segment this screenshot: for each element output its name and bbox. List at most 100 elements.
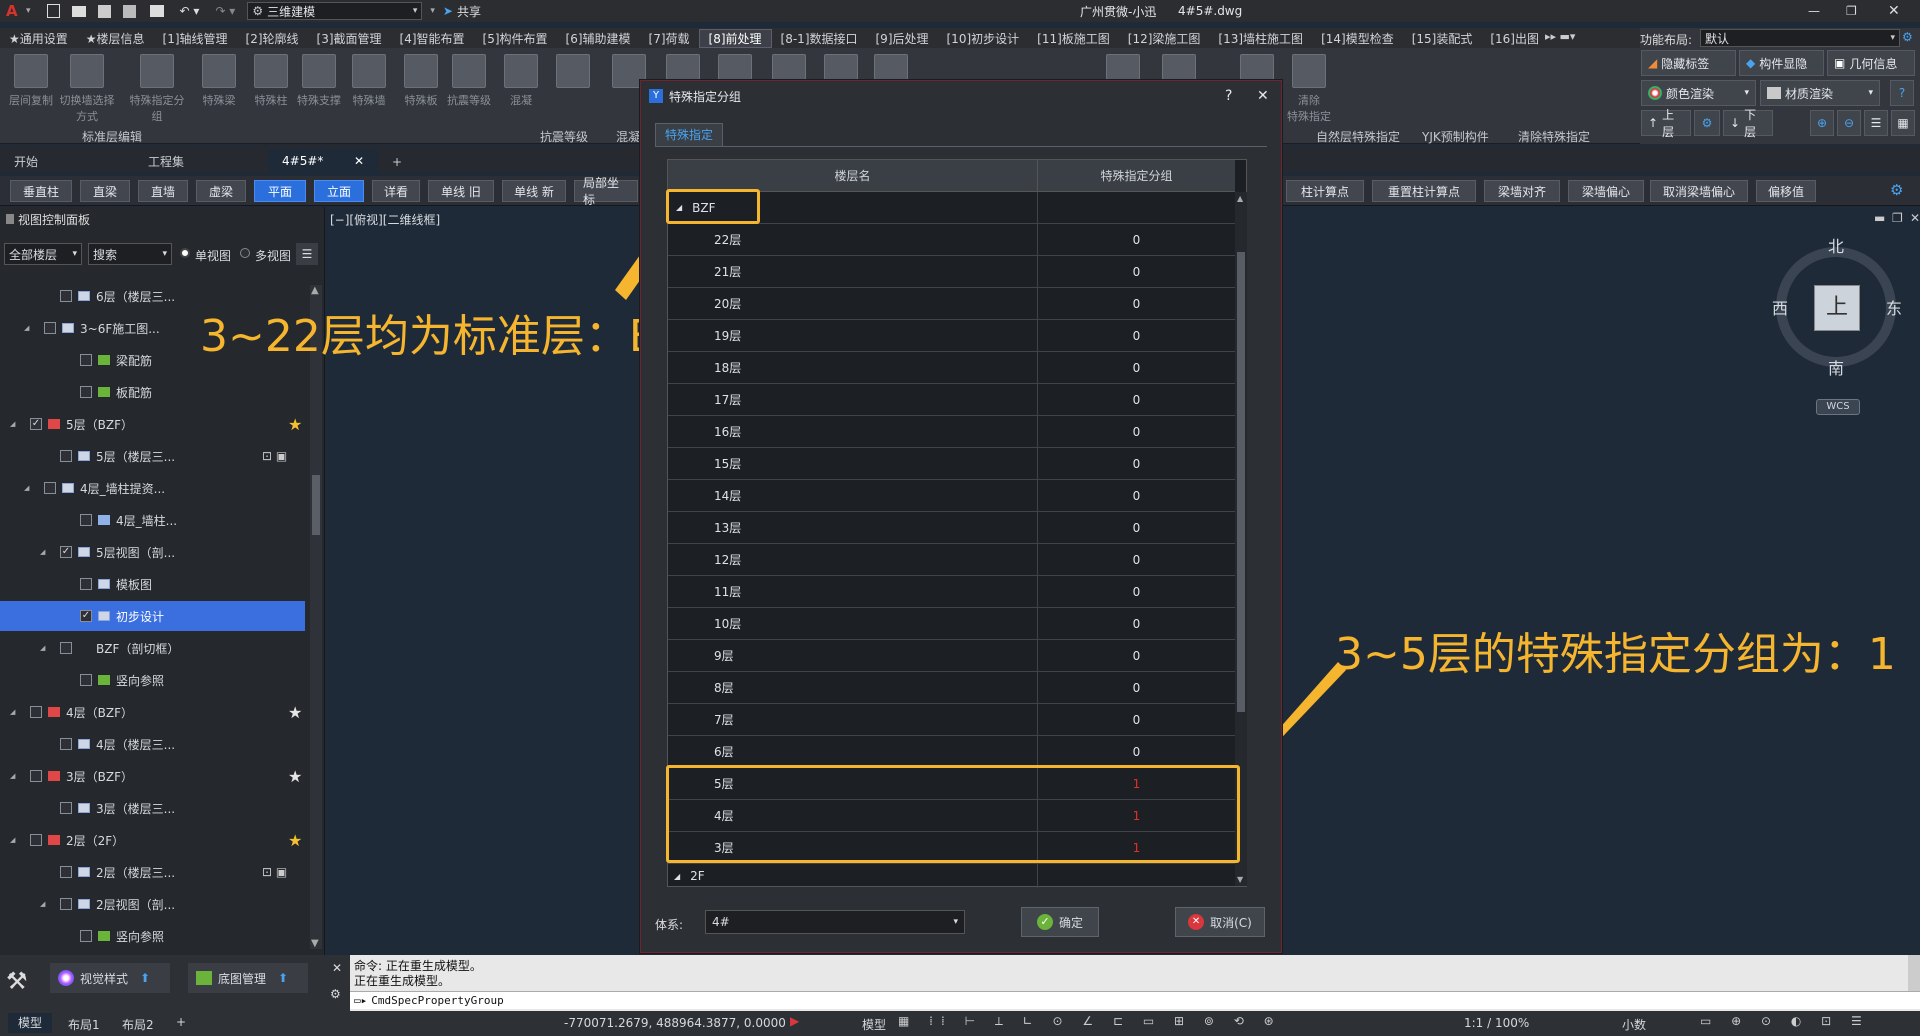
special-group-cell[interactable]: 0 <box>1038 416 1235 447</box>
floor-row[interactable]: 21层 0 <box>668 256 1235 288</box>
floor-row[interactable]: 7层 0 <box>668 704 1235 736</box>
visual-style-button[interactable]: 视觉样式 ⬆ <box>50 963 170 993</box>
layout-tab-model[interactable]: 模型 <box>8 1013 53 1033</box>
layout-tab-1[interactable]: 布局1 <box>68 1016 100 1033</box>
command-input-text: CmdSpecPropertyGroup <box>371 994 504 1007</box>
scroll-down-icon[interactable]: ▼ <box>1237 875 1243 884</box>
group-value-cell <box>1038 864 1235 888</box>
dialog-tab-underline <box>655 146 1267 147</box>
floor-row[interactable]: 22层 0 <box>668 224 1235 256</box>
chevron-down-icon: ▾ <box>953 917 958 927</box>
cancel-label: 取消(C) <box>1210 915 1252 930</box>
floor-name-cell: 18层 <box>668 352 1038 383</box>
dialog-help-icon[interactable]: ? <box>1225 88 1232 104</box>
command-wrench-icon[interactable]: ⚙ <box>330 987 341 1001</box>
visual-style-label: 视觉样式 <box>80 971 129 986</box>
special-group-cell[interactable]: 0 <box>1038 224 1235 255</box>
ok-label: 确定 <box>1058 915 1083 930</box>
command-scrollbar[interactable] <box>1908 955 1920 991</box>
floor-name-cell: 11层 <box>668 576 1038 607</box>
floor-row[interactable]: 16层 0 <box>668 416 1235 448</box>
special-group-cell[interactable]: 0 <box>1038 576 1235 607</box>
floor-name-cell: 19层 <box>668 320 1038 351</box>
floor-row[interactable]: 11层 0 <box>668 576 1235 608</box>
special-group-cell[interactable]: 0 <box>1038 704 1235 735</box>
header-special-group: 特殊指定分组 <box>1100 169 1173 183</box>
bottom-tools: ⚒ 视觉样式 ⬆ 底图管理 ⬆ ✕ ⚙ <box>0 955 350 1011</box>
special-group-cell[interactable]: 0 <box>1038 256 1235 287</box>
special-group-cell[interactable]: 0 <box>1038 448 1235 479</box>
floor-row[interactable]: 17层 0 <box>668 384 1235 416</box>
floor-name-cell: 15层 <box>668 448 1038 479</box>
add-layout-icon[interactable]: + <box>176 1015 186 1029</box>
floor-row[interactable]: 14层 0 <box>668 480 1235 512</box>
status-right-icons[interactable]: ▭ ⊕ ⊙ ◐ ⊡ ☰ <box>1700 1014 1870 1028</box>
visual-style-icon <box>58 970 74 986</box>
floor-row[interactable]: 8层 0 <box>668 672 1235 704</box>
floor-name-cell: 22层 <box>668 224 1038 255</box>
dialog-tab-label: 特殊指定 <box>664 128 713 142</box>
special-group-cell[interactable]: 0 <box>1038 640 1235 671</box>
dialog-close-icon[interactable]: ✕ <box>1257 88 1269 104</box>
floor-row[interactable]: 19层 0 <box>668 320 1235 352</box>
cancel-button[interactable]: ✕ 取消(C) <box>1175 907 1265 937</box>
floor-row[interactable]: 18层 0 <box>668 352 1235 384</box>
special-group-cell[interactable]: 0 <box>1038 288 1235 319</box>
floor-name-cell: 10层 <box>668 608 1038 639</box>
base-manage-button[interactable]: 底图管理 ⬆ <box>188 963 308 993</box>
command-prompt-icon: ▭▸ <box>354 994 368 1007</box>
system-value: 4# <box>712 915 730 929</box>
special-group-cell[interactable]: 0 <box>1038 352 1235 383</box>
floor-name-cell: 8层 <box>668 672 1038 703</box>
floor-row[interactable]: 20层 0 <box>668 288 1235 320</box>
command-input[interactable]: ▭▸ CmdSpecPropertyGroup <box>350 991 1920 1009</box>
status-icons[interactable]: ▦ ⁞⁞ ⊢ ⟂ ∟ ⊙ ∠ ⊏ ▭ ⊞ ⊚ ⟲ ⊛ <box>898 1014 1282 1029</box>
base-manage-label: 底图管理 <box>218 971 267 986</box>
command-close-icon[interactable]: ✕ <box>332 961 342 975</box>
status-bar: 模型 布局1 布局2 + -770071.2679, 488964.3877, … <box>0 1011 1920 1036</box>
special-group-cell[interactable]: 0 <box>1038 736 1235 767</box>
dialog-tab-special[interactable]: 特殊指定 <box>655 123 723 147</box>
command-history-2: 正在重生成模型。 <box>354 974 451 988</box>
scroll-up-icon[interactable]: ▲ <box>1237 194 1243 203</box>
scale-value[interactable]: 1:1 / 100% <box>1464 1016 1529 1030</box>
decimal-value[interactable]: 小数 <box>1622 1016 1646 1033</box>
ok-button[interactable]: ✓ 确定 <box>1021 907 1099 937</box>
base-manage-icon <box>196 971 212 985</box>
arrow-up-icon: ⬆ <box>278 971 289 985</box>
command-line: 命令: 正在重生成模型。 正在重生成模型。 ▭▸ CmdSpecProperty… <box>350 955 1920 1011</box>
special-group-cell[interactable]: 0 <box>1038 384 1235 415</box>
group-row-2f[interactable]: ◢ 2F <box>668 864 1235 888</box>
floor-name-cell: 17层 <box>668 384 1038 415</box>
floor-row[interactable]: 9层 0 <box>668 640 1235 672</box>
group-name: 2F <box>690 869 705 883</box>
header-floor-name: 楼层名 <box>668 160 1038 191</box>
floor-row[interactable]: 6层 0 <box>668 736 1235 768</box>
floor-row[interactable]: 15层 0 <box>668 448 1235 480</box>
collapse-triangle-icon[interactable]: ◢ <box>674 872 680 881</box>
system-dropdown[interactable]: 4# ▾ <box>705 910 965 934</box>
highlight-bzf <box>666 189 760 224</box>
floor-row[interactable]: 12层 0 <box>668 544 1235 576</box>
special-group-cell[interactable]: 0 <box>1038 480 1235 511</box>
dialog-title: 特殊指定分组 <box>669 89 742 104</box>
grid-header: 楼层名 特殊指定分组 <box>668 160 1235 192</box>
layout-tab-2[interactable]: 布局2 <box>122 1016 154 1033</box>
special-group-cell[interactable]: 0 <box>1038 512 1235 543</box>
special-group-cell[interactable]: 0 <box>1038 320 1235 351</box>
arrow-up-icon: ⬆ <box>140 971 151 985</box>
floor-row[interactable]: 10层 0 <box>668 608 1235 640</box>
group-value-cell <box>1038 192 1235 223</box>
floor-name-cell: 6层 <box>668 736 1038 767</box>
group-cell: ◢ 2F <box>668 864 1038 888</box>
special-group-cell[interactable]: 0 <box>1038 608 1235 639</box>
floor-row[interactable]: 13层 0 <box>668 512 1235 544</box>
cursor-mode-icon[interactable]: ▶ <box>790 1014 799 1028</box>
check-circle-icon: ✓ <box>1036 914 1053 930</box>
scrollbar-thumb[interactable] <box>1237 252 1245 712</box>
special-group-cell[interactable]: 0 <box>1038 544 1235 575</box>
coordinates: -770071.2679, 488964.3877, 0.0000 <box>564 1016 786 1030</box>
special-group-cell[interactable]: 0 <box>1038 672 1235 703</box>
tools-icon[interactable]: ⚒ <box>6 967 28 995</box>
model-label[interactable]: 模型 <box>862 1016 886 1033</box>
